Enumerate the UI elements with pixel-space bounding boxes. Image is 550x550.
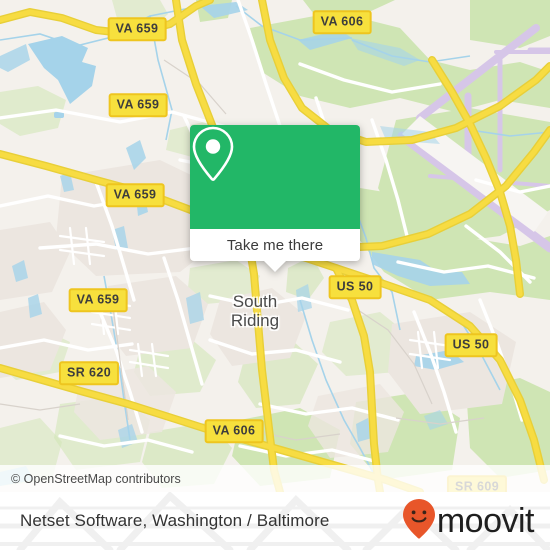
take-me-there-label: Take me there <box>226 236 324 254</box>
moovit-map-screenshot: VA 659 VA 606 VA 659 VA 659 VA 659 US 50 US 50… <box>0 0 550 550</box>
road-shield: US 50 <box>328 275 382 299</box>
map-canvas[interactable]: VA 659 VA 606 VA 659 VA 659 VA 659 US 50 US 50… <box>0 0 550 492</box>
road-shield: VA 659 <box>108 93 168 117</box>
take-me-there-card[interactable]: Take me there <box>190 125 360 272</box>
road-shield: US 50 <box>444 333 498 357</box>
moovit-brand[interactable]: moovit <box>402 498 535 545</box>
road-shield: VA 606 <box>312 10 372 34</box>
popup-card-footer[interactable]: Take me there <box>190 229 360 261</box>
road-shield: VA 659 <box>107 17 167 41</box>
popup-pointer <box>264 261 286 272</box>
road-shield: VA 606 <box>204 419 264 443</box>
popup-card-body <box>190 125 360 229</box>
road-shield: SR 620 <box>58 361 120 385</box>
map-attribution-bar: © OpenStreetMap contributors <box>0 465 550 492</box>
road-shield: VA 659 <box>68 288 128 312</box>
footer-content: Netset Software, Washington / Baltimore … <box>0 492 550 550</box>
moovit-smiley-pin-icon <box>402 498 436 545</box>
location-title: Netset Software, Washington / Baltimore <box>20 511 330 530</box>
road-shield: VA 659 <box>105 183 165 207</box>
moovit-wordmark: moovit <box>436 502 535 540</box>
openstreetmap-attribution[interactable]: © OpenStreetMap contributors <box>0 472 181 486</box>
footer-bar: Netset Software, Washington / Baltimore … <box>0 492 550 550</box>
